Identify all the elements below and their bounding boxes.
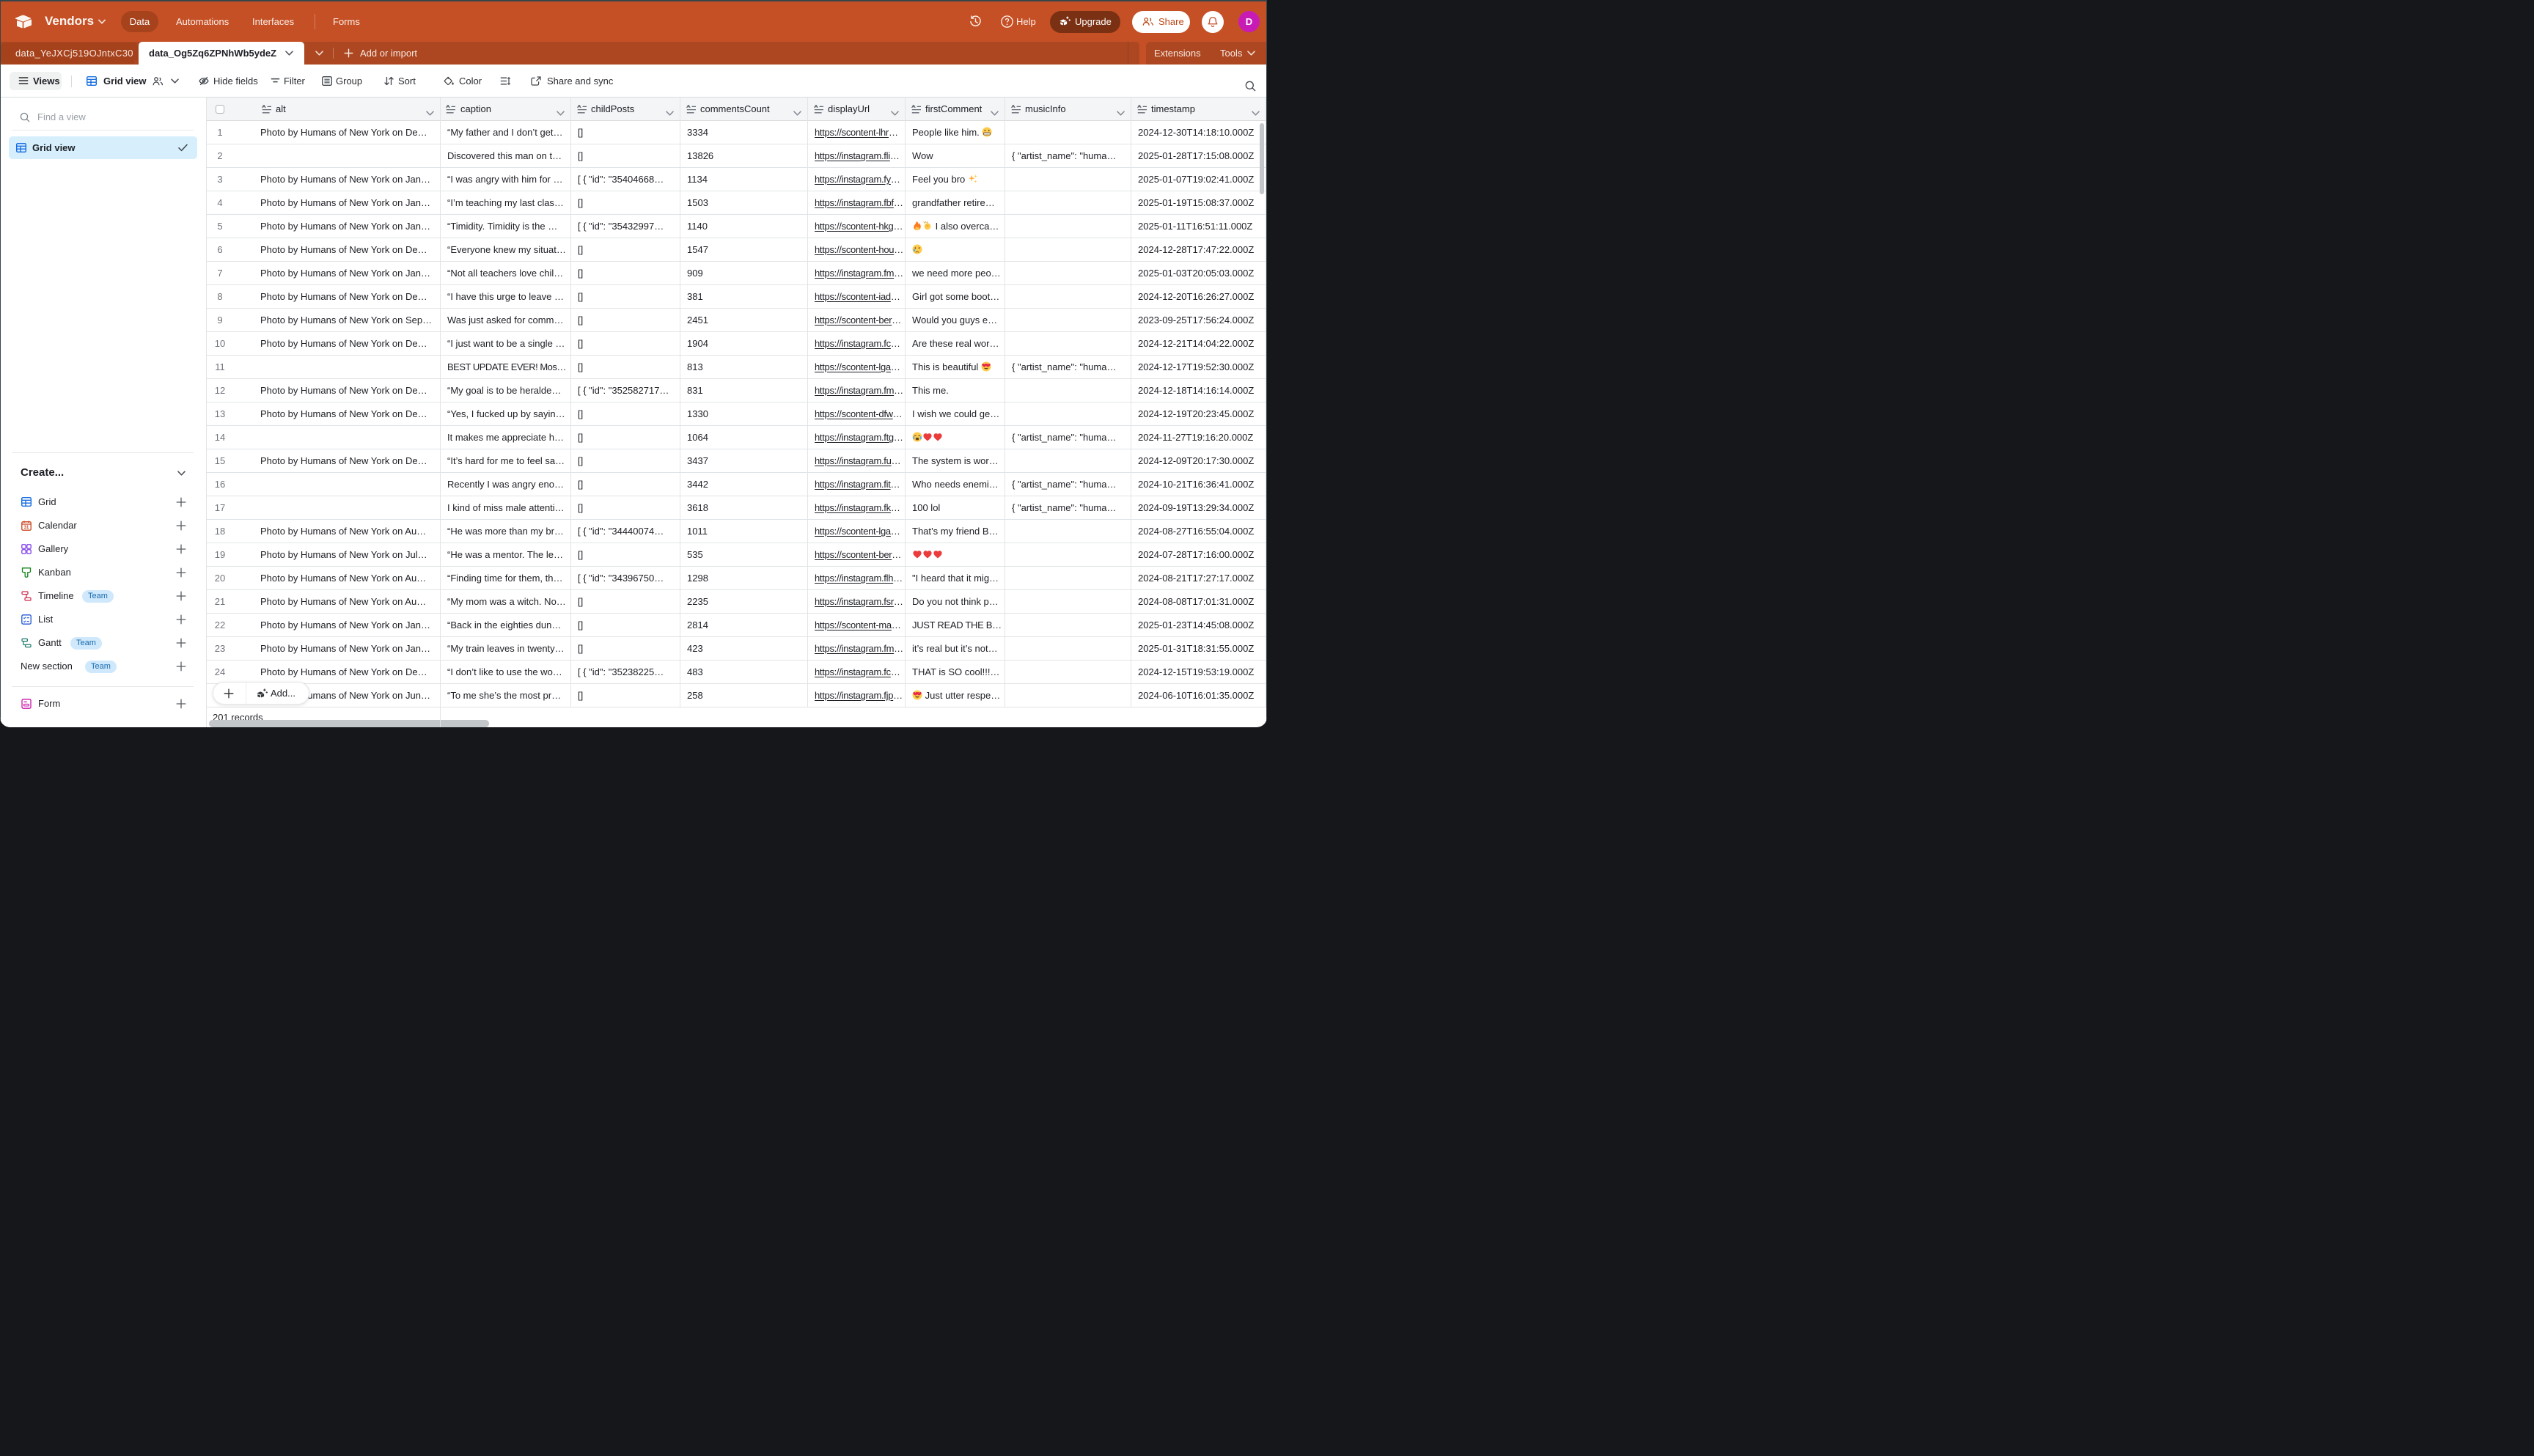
svg-text:31: 31 [24,526,29,530]
